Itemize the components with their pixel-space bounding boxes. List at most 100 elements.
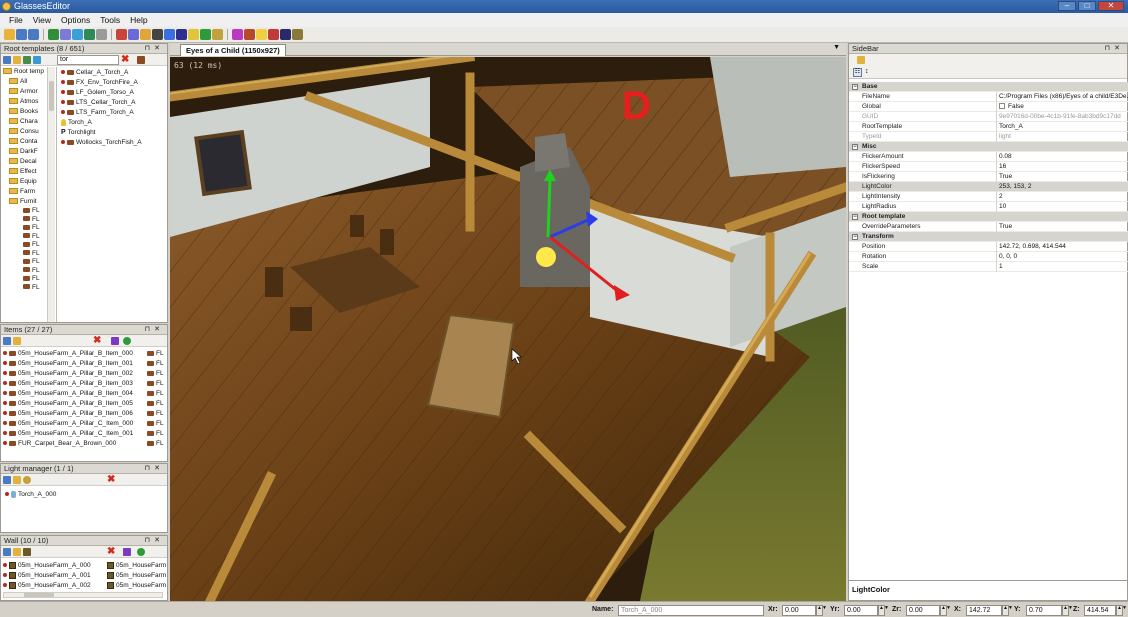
- close-button[interactable]: ✕: [1098, 1, 1124, 11]
- property-value[interactable]: 16: [996, 162, 1128, 172]
- property-row[interactable]: FlickerAmount 0.08: [849, 152, 1128, 162]
- zr-spinner[interactable]: ▲▼: [940, 605, 951, 616]
- x-field[interactable]: 142.72: [966, 605, 1002, 616]
- list-item[interactable]: 05m_HouseFarm_A_000: [3, 561, 107, 571]
- open-folder-icon[interactable]: [13, 547, 21, 556]
- list-item[interactable]: FUR_Carpet_Bear_A_Brown_000: [3, 439, 143, 449]
- list-item[interactable]: 05m_HouseFarm_A_Pillar_B_Item_000: [3, 349, 143, 359]
- toolbar-tool-11-icon[interactable]: [152, 29, 163, 40]
- open-folder-icon[interactable]: [13, 475, 21, 484]
- property-value[interactable]: True: [996, 222, 1128, 232]
- clear-filter-icon[interactable]: ✖: [121, 55, 129, 65]
- panel-pin-close-icons[interactable]: ⊓✕: [1105, 44, 1124, 54]
- save-icon[interactable]: [3, 55, 11, 64]
- property-category[interactable]: − Base: [849, 82, 1128, 92]
- toolbar-tool-21-icon[interactable]: [280, 29, 291, 40]
- lock-icon[interactable]: [111, 337, 119, 345]
- yr-spinner[interactable]: ▲▼: [878, 605, 889, 616]
- save-icon[interactable]: [3, 547, 11, 556]
- panel-pin-close-icons[interactable]: ⊓✕: [145, 536, 164, 546]
- wall-hscrollbar[interactable]: [3, 592, 163, 598]
- toolbar-tool-8-icon[interactable]: [116, 29, 127, 40]
- sort-alphabetical-icon[interactable]: ↕: [865, 68, 869, 75]
- toolbar-tool-10-icon[interactable]: [140, 29, 151, 40]
- property-row[interactable]: LightRadius 10: [849, 202, 1128, 212]
- toolbar-tool-16-icon[interactable]: [212, 29, 223, 40]
- toolbar-tool-1-icon[interactable]: [16, 29, 27, 40]
- list-item[interactable]: 05m_HouseFarm: [107, 561, 167, 571]
- toolbar-tool-18-icon[interactable]: [244, 29, 255, 40]
- property-value[interactable]: False: [996, 102, 1128, 112]
- list-item[interactable]: FL: [147, 419, 167, 429]
- toolbar-tool-15-icon[interactable]: [200, 29, 211, 40]
- toolbar-tool-4-icon[interactable]: [60, 29, 71, 40]
- property-value[interactable]: C:/Program Files (x86)/Eyes of a child/E…: [996, 92, 1128, 102]
- toolbar-tool-7-icon[interactable]: [96, 29, 107, 40]
- y-field[interactable]: 0.70: [1026, 605, 1062, 616]
- property-row[interactable]: LightColor 253, 153, 2: [849, 182, 1128, 192]
- visible-icon[interactable]: [123, 337, 131, 345]
- property-value[interactable]: 253, 153, 2: [996, 182, 1128, 192]
- lock-icon[interactable]: [857, 56, 865, 64]
- panel-pin-close-icons[interactable]: ⊓✕: [145, 464, 164, 474]
- property-row[interactable]: TypeId light: [849, 132, 1128, 142]
- toolbar-tool-5-icon[interactable]: [72, 29, 83, 40]
- list-item[interactable]: 05m_HouseFarm_A_Pillar_B_Item_006: [3, 409, 143, 419]
- list-item[interactable]: 05m_HouseFarm_A_Pillar_B_Item_004: [3, 389, 143, 399]
- z-spinner[interactable]: ▲▼: [1116, 605, 1127, 616]
- light-icon[interactable]: [23, 475, 31, 484]
- list-item[interactable]: 05m_HouseFarm_A_Pillar_B_Item_003: [3, 379, 143, 389]
- minimize-button[interactable]: –: [1058, 1, 1076, 11]
- toolbar-tool-0-icon[interactable]: [4, 29, 15, 40]
- property-category[interactable]: − Root template: [849, 212, 1128, 222]
- property-value[interactable]: 9e97016d-00be-4c1b-91fe-8ab3bd9c17dd: [996, 112, 1128, 122]
- toolbar-tool-13-icon[interactable]: [176, 29, 187, 40]
- property-value[interactable]: 2: [996, 192, 1128, 202]
- delete-icon[interactable]: ✖: [93, 336, 101, 346]
- toolbar-tool-6-icon[interactable]: [84, 29, 95, 40]
- menu-file[interactable]: File: [4, 13, 28, 27]
- list-item[interactable]: FL: [147, 369, 167, 379]
- panel-pin-close-icons[interactable]: ⊓✕: [145, 325, 164, 335]
- list-item[interactable]: FL: [147, 409, 167, 419]
- property-row[interactable]: Scale 1: [849, 262, 1128, 272]
- list-item[interactable]: FL: [147, 399, 167, 409]
- property-value[interactable]: True: [996, 172, 1128, 182]
- toolbar-tool-19-icon[interactable]: [256, 29, 267, 40]
- wall-icon[interactable]: [23, 547, 31, 556]
- list-item[interactable]: LTS_Farm_Torch_A: [61, 108, 167, 118]
- property-row[interactable]: OverrideParameters True: [849, 222, 1128, 232]
- tree-scrollbar[interactable]: [47, 67, 55, 322]
- maximize-button[interactable]: □: [1078, 1, 1096, 11]
- list-item[interactable]: 05m_HouseFarm_A_001: [3, 571, 107, 581]
- property-value[interactable]: 0.08: [996, 152, 1128, 162]
- list-item[interactable]: FL: [147, 359, 167, 369]
- delete-icon[interactable]: ✖: [107, 547, 115, 557]
- zr-field[interactable]: 0.00: [906, 605, 940, 616]
- z-field[interactable]: 414.54: [1084, 605, 1116, 616]
- menu-help[interactable]: Help: [125, 13, 152, 27]
- toolbar-tool-2-icon[interactable]: [28, 29, 39, 40]
- list-item[interactable]: 05m_HouseFarm_A_Pillar_B_Item_002: [3, 369, 143, 379]
- add-icon[interactable]: [23, 55, 31, 64]
- open-folder-icon[interactable]: [13, 55, 21, 64]
- collapse-icon[interactable]: −: [852, 234, 858, 240]
- property-value[interactable]: 10: [996, 202, 1128, 212]
- open-folder-icon[interactable]: [13, 336, 21, 345]
- list-item[interactable]: 05m_HouseFarm: [107, 581, 167, 591]
- toolbar-tool-3-icon[interactable]: [48, 29, 59, 40]
- save-icon[interactable]: [3, 336, 11, 345]
- refresh-icon[interactable]: [33, 55, 41, 64]
- list-item[interactable]: 05m_HouseFarm: [107, 571, 167, 581]
- list-item[interactable]: FX_Env_TorchFire_A: [61, 78, 167, 88]
- list-item[interactable]: 05m_HouseFarm_A_Pillar_C_Item_000: [3, 419, 143, 429]
- y-spinner[interactable]: ▲▼: [1062, 605, 1073, 616]
- list-item[interactable]: Torch_A: [61, 118, 167, 128]
- x-spinner[interactable]: ▲▼: [1002, 605, 1013, 616]
- property-row[interactable]: RootTemplate Torch_A: [849, 122, 1128, 132]
- property-category[interactable]: − Transform: [849, 232, 1128, 242]
- lock-icon[interactable]: [123, 548, 131, 556]
- list-item[interactable]: Torch_A_000: [5, 490, 56, 500]
- scene-viewport[interactable]: D 63 (12 ms): [170, 57, 846, 601]
- property-row[interactable]: FlickerSpeed 16: [849, 162, 1128, 172]
